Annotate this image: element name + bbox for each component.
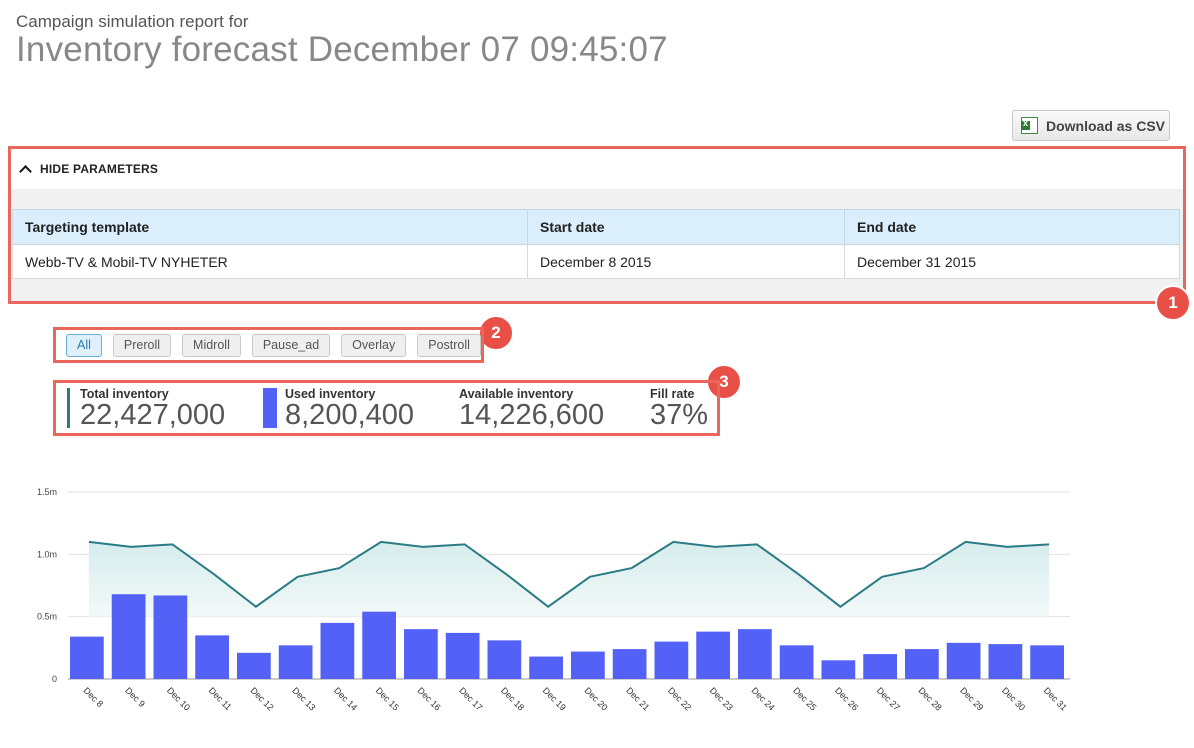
x-tick-label: Dec 22 [666, 685, 693, 712]
chevron-up-icon [19, 164, 32, 178]
x-tick-label: Dec 28 [916, 685, 943, 712]
download-csv-button[interactable]: Download as CSV [1012, 110, 1170, 141]
table-row: Webb-TV & Mobil-TV NYHETER December 8 20… [12, 244, 1180, 279]
hide-parameters-label: HIDE PARAMETERS [40, 162, 159, 176]
x-tick-label: Dec 25 [791, 685, 818, 712]
bar [320, 622, 355, 679]
bar-series-marker [263, 388, 277, 428]
parameters-table: Targeting template Start date End date W… [12, 209, 1180, 279]
bar [571, 651, 605, 679]
fill-rate-value: 37% [650, 399, 709, 431]
x-tick-label: Dec 14 [332, 685, 359, 712]
hide-parameters-toggle[interactable]: HIDE PARAMETERS [11, 149, 1183, 189]
available-inventory-stat: Available inventory 14,226,600 [459, 387, 604, 430]
used-inventory-stat: Used inventory 8,200,400 [285, 387, 414, 430]
parameters-panel: HIDE PARAMETERS Targeting template Start… [8, 146, 1186, 304]
total-inventory-value: 22,427,000 [80, 399, 226, 431]
filter-all-button[interactable]: All [66, 333, 102, 357]
table-header-row: Targeting template Start date End date [12, 209, 1180, 245]
cell-end-date: December 31 2015 [844, 244, 1180, 279]
bar [278, 645, 313, 679]
bar [529, 656, 563, 679]
x-tick-label: Dec 10 [165, 685, 192, 712]
annotation-badge-1: 1 [1155, 285, 1191, 321]
x-tick-label: Dec 15 [374, 685, 401, 712]
bar [988, 644, 1023, 679]
available-inventory-value: 14,226,600 [459, 399, 605, 431]
bar [821, 660, 856, 679]
bar [362, 611, 396, 679]
cell-targeting-template: Webb-TV & Mobil-TV NYHETER [12, 244, 528, 279]
bar [696, 631, 730, 679]
bar [445, 632, 480, 679]
column-header-targeting-template: Targeting template [12, 209, 528, 245]
inventory-summary: Total inventory 22,427,000 Used inventor… [53, 380, 720, 436]
y-tick-label: 1.5m [37, 487, 57, 497]
bar [738, 629, 772, 679]
bar [1030, 645, 1064, 679]
y-tick-label: 0.5m [37, 612, 57, 622]
x-tick-label: Dec 17 [457, 685, 484, 712]
x-tick-label: Dec 19 [541, 685, 568, 712]
x-tick-label: Dec 23 [708, 685, 735, 712]
bar [153, 595, 188, 679]
filter-preroll-button[interactable]: Preroll [112, 333, 172, 357]
total-inventory-stat: Total inventory 22,427,000 [80, 387, 225, 430]
bar [404, 629, 438, 679]
report-subtitle: Campaign simulation report for [16, 12, 249, 31]
used-inventory-value: 8,200,400 [285, 399, 415, 431]
y-tick-label: 0 [52, 674, 57, 684]
x-tick-label: Dec 20 [582, 685, 609, 712]
x-tick-label: Dec 18 [499, 685, 526, 712]
filter-overlay-button[interactable]: Overlay [341, 333, 407, 357]
x-tick-label: Dec 27 [875, 685, 902, 712]
filter-midroll-button[interactable]: Midroll [182, 333, 241, 357]
x-tick-label: Dec 9 [123, 685, 147, 709]
bar [779, 645, 814, 679]
filter-postroll-button[interactable]: Postroll [417, 333, 481, 357]
bar [195, 635, 229, 679]
x-tick-label: Dec 21 [624, 685, 651, 712]
x-tick-label: Dec 30 [1000, 685, 1027, 712]
y-tick-label: 1.0m [37, 549, 57, 559]
bar [946, 642, 981, 679]
x-tick-label: Dec 8 [81, 685, 105, 709]
cell-start-date: December 8 2015 [527, 244, 845, 279]
bar [237, 652, 271, 679]
excel-file-icon [1021, 117, 1038, 134]
x-tick-label: Dec 11 [207, 685, 234, 712]
bar [905, 649, 939, 679]
fill-rate-stat: Fill rate 37% [650, 387, 708, 430]
line-area-fill [88, 541, 1050, 617]
bar [863, 654, 897, 679]
x-tick-label: Dec 29 [958, 685, 985, 712]
inventory-chart: 0 0.5m 1.0m 1.5m Dec 8 Dec 9 Dec 10 Dec 11 Dec 1… [37, 487, 1070, 713]
line-series-marker [67, 388, 70, 428]
x-tick-label: Dec 12 [248, 685, 275, 712]
column-header-start-date: Start date [527, 209, 845, 245]
download-csv-label: Download as CSV [1046, 117, 1166, 134]
parameters-body: Targeting template Start date End date W… [11, 189, 1183, 301]
bar [487, 640, 522, 679]
page-title: Inventory forecast December 07 09:45:07 [16, 30, 668, 69]
x-tick-label: Dec 16 [415, 685, 442, 712]
ad-type-filter-group: All Preroll Midroll Pause_ad Overlay Pos… [53, 327, 484, 363]
x-tick-label: Dec 24 [749, 685, 776, 712]
bar [654, 641, 689, 679]
x-tick-label: Dec 13 [290, 685, 317, 712]
x-tick-label: Dec 26 [833, 685, 860, 712]
x-tick-label: Dec 31 [1042, 685, 1069, 712]
bar [612, 649, 647, 679]
bar [111, 594, 146, 679]
bar [70, 636, 104, 679]
column-header-end-date: End date [844, 209, 1180, 245]
filter-pause-ad-button[interactable]: Pause_ad [251, 333, 331, 357]
